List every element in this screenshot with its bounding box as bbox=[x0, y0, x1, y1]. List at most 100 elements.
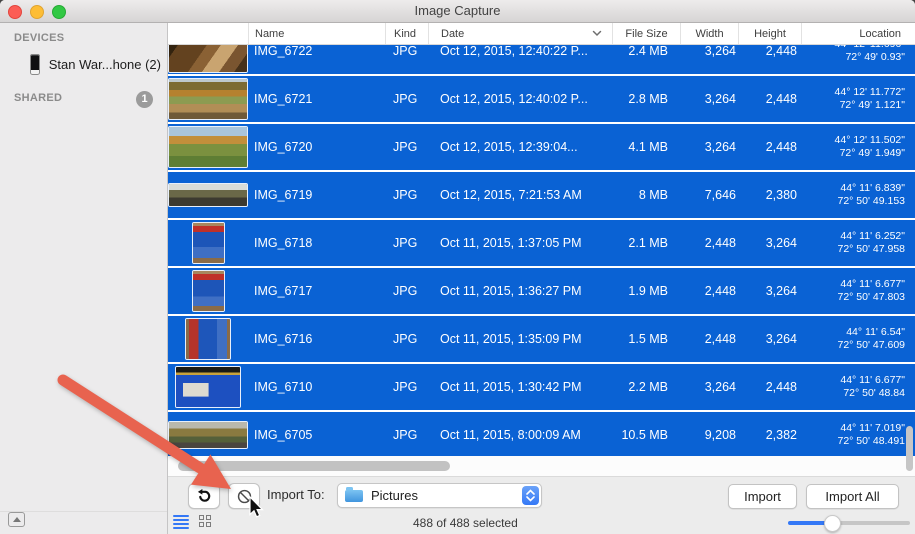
delete-button[interactable] bbox=[228, 483, 260, 509]
sidebar-item-device[interactable]: Stan War...hone (2) bbox=[0, 48, 167, 81]
photo-height: 2,448 bbox=[765, 380, 797, 394]
photo-width: 3,264 bbox=[704, 140, 736, 154]
photo-date: Oct 11, 2015, 8:00:09 AM bbox=[440, 428, 581, 442]
photo-date: Oct 11, 2015, 1:35:09 PM bbox=[440, 332, 582, 346]
photo-filesize: 1.5 MB bbox=[628, 332, 668, 346]
device-name: Stan War...hone (2) bbox=[48, 57, 161, 72]
photo-date: Oct 11, 2015, 1:36:27 PM bbox=[440, 284, 582, 298]
sidebar-divider bbox=[0, 511, 167, 512]
photo-width: 3,264 bbox=[704, 45, 736, 58]
column-header-width[interactable]: Width bbox=[680, 23, 738, 44]
sidebar-toggle-icon[interactable] bbox=[8, 512, 25, 527]
sidebar: DEVICES Stan War...hone (2) SHARED 1 bbox=[0, 23, 168, 534]
import-button[interactable]: Import bbox=[728, 484, 797, 509]
column-header-thumbnail[interactable] bbox=[168, 23, 248, 44]
title-bar: Image Capture bbox=[0, 0, 915, 23]
photo-location: 44° 11' 6.252" 72° 50' 47.958 bbox=[837, 230, 905, 255]
column-header-date[interactable]: Date bbox=[428, 23, 612, 44]
folder-icon bbox=[345, 487, 363, 502]
photo-date: Oct 12, 2015, 12:39:04... bbox=[440, 140, 578, 154]
table-row[interactable]: IMG_6717 JPG Oct 11, 2015, 1:36:27 PM 1.… bbox=[168, 268, 915, 314]
import-all-button[interactable]: Import All bbox=[806, 484, 899, 509]
column-header-name[interactable]: Name bbox=[248, 23, 385, 44]
photo-height: 3,264 bbox=[765, 332, 797, 346]
photo-kind: JPG bbox=[393, 332, 418, 346]
photo-kind: JPG bbox=[393, 92, 418, 106]
photo-height: 2,448 bbox=[765, 140, 797, 154]
table-row[interactable]: IMG_6722 JPG Oct 12, 2015, 12:40:22 P...… bbox=[168, 45, 915, 74]
scrollbar-strip bbox=[168, 426, 915, 477]
column-header-height[interactable]: Height bbox=[738, 23, 801, 44]
table-row[interactable]: IMG_6719 JPG Oct 12, 2015, 7:21:53 AM 8 … bbox=[168, 172, 915, 218]
table-row[interactable]: IMG_6710 JPG Oct 11, 2015, 1:30:42 PM 2.… bbox=[168, 364, 915, 410]
table-header: Name Kind Date File Size Width Height Lo… bbox=[168, 23, 915, 45]
photo-thumbnail bbox=[169, 422, 247, 448]
column-header-kind[interactable]: Kind bbox=[385, 23, 428, 44]
photo-list-viewport: IMG_6722 JPG Oct 12, 2015, 12:40:22 P...… bbox=[168, 45, 915, 456]
photo-height: 2,448 bbox=[765, 45, 797, 58]
photo-width: 2,448 bbox=[704, 332, 736, 346]
photo-name: IMG_6716 bbox=[254, 332, 313, 346]
shared-count-badge: 1 bbox=[136, 91, 153, 108]
photo-kind: JPG bbox=[393, 45, 418, 58]
table-row[interactable]: IMG_6705 JPG Oct 11, 2015, 8:00:09 AM 10… bbox=[168, 412, 915, 456]
photo-name: IMG_6718 bbox=[254, 236, 313, 250]
photo-location: 44° 12' 11.502" 72° 49' 1.949" bbox=[834, 134, 905, 159]
table-row[interactable]: IMG_6721 JPG Oct 12, 2015, 12:40:02 P...… bbox=[168, 76, 915, 122]
photo-kind: JPG bbox=[393, 380, 418, 394]
shared-section-label: SHARED bbox=[14, 91, 63, 104]
photo-height: 3,264 bbox=[765, 236, 797, 250]
table-row[interactable]: IMG_6720 JPG Oct 12, 2015, 12:39:04... 4… bbox=[168, 124, 915, 170]
photo-thumbnail bbox=[169, 45, 247, 72]
column-header-filesize[interactable]: File Size bbox=[612, 23, 680, 44]
photo-width: 9,208 bbox=[704, 428, 736, 442]
window-title: Image Capture bbox=[414, 3, 501, 18]
list-view-icon[interactable] bbox=[173, 515, 189, 529]
photo-height: 2,382 bbox=[765, 428, 797, 442]
photo-date: Oct 11, 2015, 1:37:05 PM bbox=[440, 236, 582, 250]
main-panel: Name Kind Date File Size Width Height Lo… bbox=[168, 23, 915, 534]
image-capture-window: Image Capture DEVICES Stan War...hone (2… bbox=[0, 0, 915, 534]
chevron-down-icon bbox=[592, 30, 602, 37]
import-destination-dropdown[interactable]: Pictures bbox=[337, 483, 542, 508]
photo-filesize: 2.4 MB bbox=[628, 45, 668, 58]
horizontal-scrollbar[interactable] bbox=[178, 461, 450, 471]
photo-thumbnail bbox=[169, 184, 247, 206]
grid-view-icon[interactable] bbox=[199, 515, 213, 529]
thumbnail-size-slider[interactable] bbox=[788, 515, 910, 532]
photo-date: Oct 12, 2015, 12:40:02 P... bbox=[440, 92, 588, 106]
photo-date: Oct 11, 2015, 1:30:42 PM bbox=[440, 380, 582, 394]
photo-date: Oct 12, 2015, 7:21:53 AM bbox=[440, 188, 582, 202]
photo-name: IMG_6720 bbox=[254, 140, 313, 154]
photo-thumbnail bbox=[169, 127, 247, 167]
photo-name: IMG_6721 bbox=[254, 92, 313, 106]
iphone-icon bbox=[30, 54, 40, 75]
photo-thumbnail bbox=[186, 319, 230, 359]
vertical-scrollbar[interactable] bbox=[906, 426, 913, 471]
photo-location: 44° 12' 11.772" 72° 49' 1.121" bbox=[834, 86, 905, 111]
photo-thumbnail bbox=[192, 223, 224, 263]
photo-height: 2,380 bbox=[765, 188, 797, 202]
slider-thumb[interactable] bbox=[824, 515, 841, 532]
photo-width: 7,646 bbox=[704, 188, 736, 202]
table-row[interactable]: IMG_6718 JPG Oct 11, 2015, 1:37:05 PM 2.… bbox=[168, 220, 915, 266]
table-body: IMG_6722 JPG Oct 12, 2015, 12:40:22 P...… bbox=[168, 45, 915, 456]
photo-width: 2,448 bbox=[704, 236, 736, 250]
photo-name: IMG_6710 bbox=[254, 380, 313, 394]
photo-filesize: 4.1 MB bbox=[628, 140, 668, 154]
ban-icon bbox=[237, 489, 251, 503]
photo-filesize: 2.8 MB bbox=[628, 92, 668, 106]
photo-kind: JPG bbox=[393, 236, 418, 250]
photo-kind: JPG bbox=[393, 140, 418, 154]
photo-location: 44° 11' 6.677" 72° 50' 47.803 bbox=[837, 278, 905, 303]
photo-date: Oct 12, 2015, 12:40:22 P... bbox=[440, 45, 588, 58]
photo-filesize: 2.2 MB bbox=[628, 380, 668, 394]
table-row[interactable]: IMG_6716 JPG Oct 11, 2015, 1:35:09 PM 1.… bbox=[168, 316, 915, 362]
photo-location: 44° 11' 7.019" 72° 50' 48.491 bbox=[837, 422, 905, 447]
photo-width: 3,264 bbox=[704, 92, 736, 106]
photo-location: 44° 12' 11.696" 72° 49' 0.93" bbox=[835, 45, 905, 63]
selection-status: 488 of 488 selected bbox=[413, 516, 518, 530]
photo-kind: JPG bbox=[393, 188, 418, 202]
rotate-button[interactable] bbox=[188, 483, 220, 509]
column-header-location[interactable]: Location bbox=[801, 23, 915, 44]
